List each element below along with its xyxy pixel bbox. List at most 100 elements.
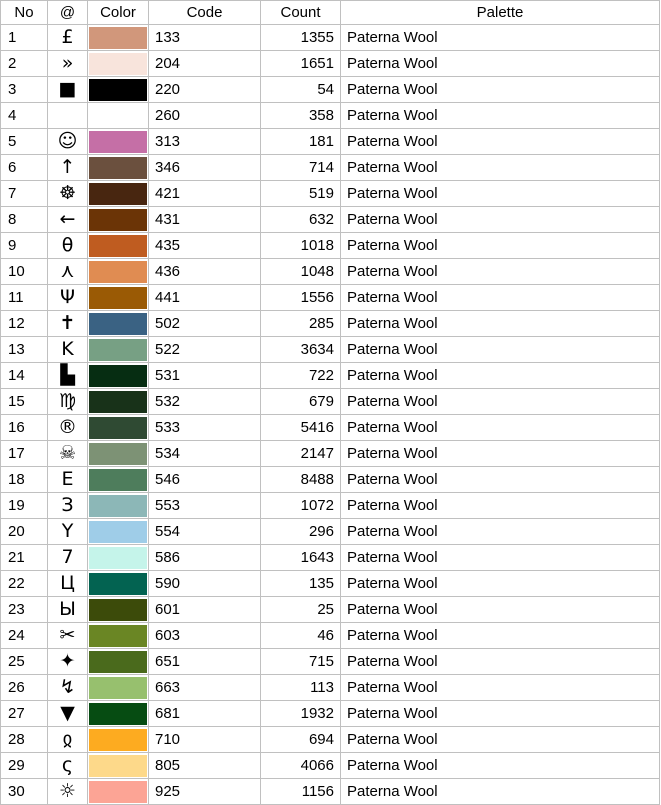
color-cell [87, 674, 149, 701]
row-number: 6 [0, 154, 48, 181]
color-cell [87, 102, 149, 129]
stitch-count: 296 [260, 518, 341, 545]
stitch-count: 1556 [260, 284, 341, 311]
color-swatch [89, 182, 147, 205]
color-chart-table: No @ Color Code Count Palette 1 £133 1355 P… [0, 0, 660, 805]
color-cell [87, 752, 149, 779]
color-swatch [89, 754, 147, 777]
stitch-count: 1643 [260, 544, 341, 571]
color-swatch [89, 442, 147, 465]
table-row: 28 ჲ 710 694 Paterna Wool [0, 726, 660, 753]
palette-name: Paterna Wool [340, 648, 660, 675]
palette-name: Paterna Wool [340, 674, 660, 701]
header-count: Count [260, 0, 341, 25]
color-swatch [89, 676, 147, 699]
row-number: 14 [0, 362, 48, 389]
color-swatch [89, 130, 147, 153]
table-row: 8 ← 431 632 Paterna Wool [0, 206, 660, 233]
row-number: 28 [0, 726, 48, 753]
color-code: 554 [148, 518, 261, 545]
color-cell [87, 76, 149, 103]
pattern-symbol-icon: Ы [47, 596, 88, 623]
color-code: 502 [148, 310, 261, 337]
color-code: 441 [148, 284, 261, 311]
color-swatch [89, 260, 147, 283]
row-number: 2 [0, 50, 48, 77]
row-number: 20 [0, 518, 48, 545]
row-number: 27 [0, 700, 48, 727]
color-code: 590 [148, 570, 261, 597]
color-code: 531 [148, 362, 261, 389]
pattern-symbol-icon: ☼ [47, 778, 88, 805]
palette-name: Paterna Wool [340, 258, 660, 285]
table-row: 29 ς 805 4066 Paterna Wool [0, 752, 660, 779]
stitch-count: 3634 [260, 336, 341, 363]
pattern-symbol-icon: Y [47, 518, 88, 545]
stitch-count: 2147 [260, 440, 341, 467]
color-swatch [89, 312, 147, 335]
pattern-symbol-icon: ■ [47, 76, 88, 103]
color-code: 431 [148, 206, 261, 233]
table-row: 22 Ц 590 135 Paterna Wool [0, 570, 660, 597]
row-number: 7 [0, 180, 48, 207]
table-row: 4 260 358 Paterna Wool [0, 102, 660, 129]
table-row: 21 7 586 1643 Paterna Wool [0, 544, 660, 571]
table-row: 26 ↯ 663 113 Paterna Wool [0, 674, 660, 701]
stitch-count: 679 [260, 388, 341, 415]
row-number: 15 [0, 388, 48, 415]
table-row: 9 θ 435 1018 Paterna Wool [0, 232, 660, 259]
stitch-count: 25 [260, 596, 341, 623]
stitch-count: 714 [260, 154, 341, 181]
color-swatch [89, 52, 147, 75]
stitch-count: 715 [260, 648, 341, 675]
color-cell [87, 648, 149, 675]
color-cell [87, 24, 149, 51]
row-number: 9 [0, 232, 48, 259]
stitch-count: 1048 [260, 258, 341, 285]
row-number: 30 [0, 778, 48, 805]
color-code: 220 [148, 76, 261, 103]
pattern-symbol-icon: £ [47, 24, 88, 51]
color-code: 522 [148, 336, 261, 363]
row-number: 23 [0, 596, 48, 623]
color-cell [87, 388, 149, 415]
palette-name: Paterna Wool [340, 596, 660, 623]
palette-name: Paterna Wool [340, 388, 660, 415]
color-swatch [89, 650, 147, 673]
header-color: Color [87, 0, 149, 25]
table-row: 2» 204 1651 Paterna Wool [0, 50, 660, 77]
table-row: 20 Y 554 296 Paterna Wool [0, 518, 660, 545]
header-no: No [0, 0, 48, 25]
color-code: 663 [148, 674, 261, 701]
palette-name: Paterna Wool [340, 492, 660, 519]
stitch-count: 1932 [260, 700, 341, 727]
color-swatch [89, 572, 147, 595]
pattern-symbol-icon: ← [47, 206, 88, 233]
header-code: Code [148, 0, 261, 25]
color-code: 603 [148, 622, 261, 649]
color-code: 260 [148, 102, 261, 129]
color-swatch [89, 624, 147, 647]
palette-name: Paterna Wool [340, 726, 660, 753]
color-code: 651 [148, 648, 261, 675]
color-swatch [89, 156, 147, 179]
palette-name: Paterna Wool [340, 102, 660, 129]
stitch-count: 4066 [260, 752, 341, 779]
pattern-symbol-icon: ς [47, 752, 88, 779]
color-code: 546 [148, 466, 261, 493]
palette-name: Paterna Wool [340, 310, 660, 337]
palette-name: Paterna Wool [340, 414, 660, 441]
pattern-symbol-icon: ☺ [47, 128, 88, 155]
color-cell [87, 570, 149, 597]
table-row: 19 З 553 1072 Paterna Wool [0, 492, 660, 519]
color-cell [87, 50, 149, 77]
row-number: 25 [0, 648, 48, 675]
table-row: 3 ■ 220 54 Paterna Wool [0, 76, 660, 103]
color-swatch [89, 286, 147, 309]
color-cell [87, 778, 149, 805]
table-row: 7 ☸ 421 519 Paterna Wool [0, 180, 660, 207]
stitch-count: 5416 [260, 414, 341, 441]
stitch-count: 46 [260, 622, 341, 649]
row-number: 4 [0, 102, 48, 129]
palette-name: Paterna Wool [340, 518, 660, 545]
